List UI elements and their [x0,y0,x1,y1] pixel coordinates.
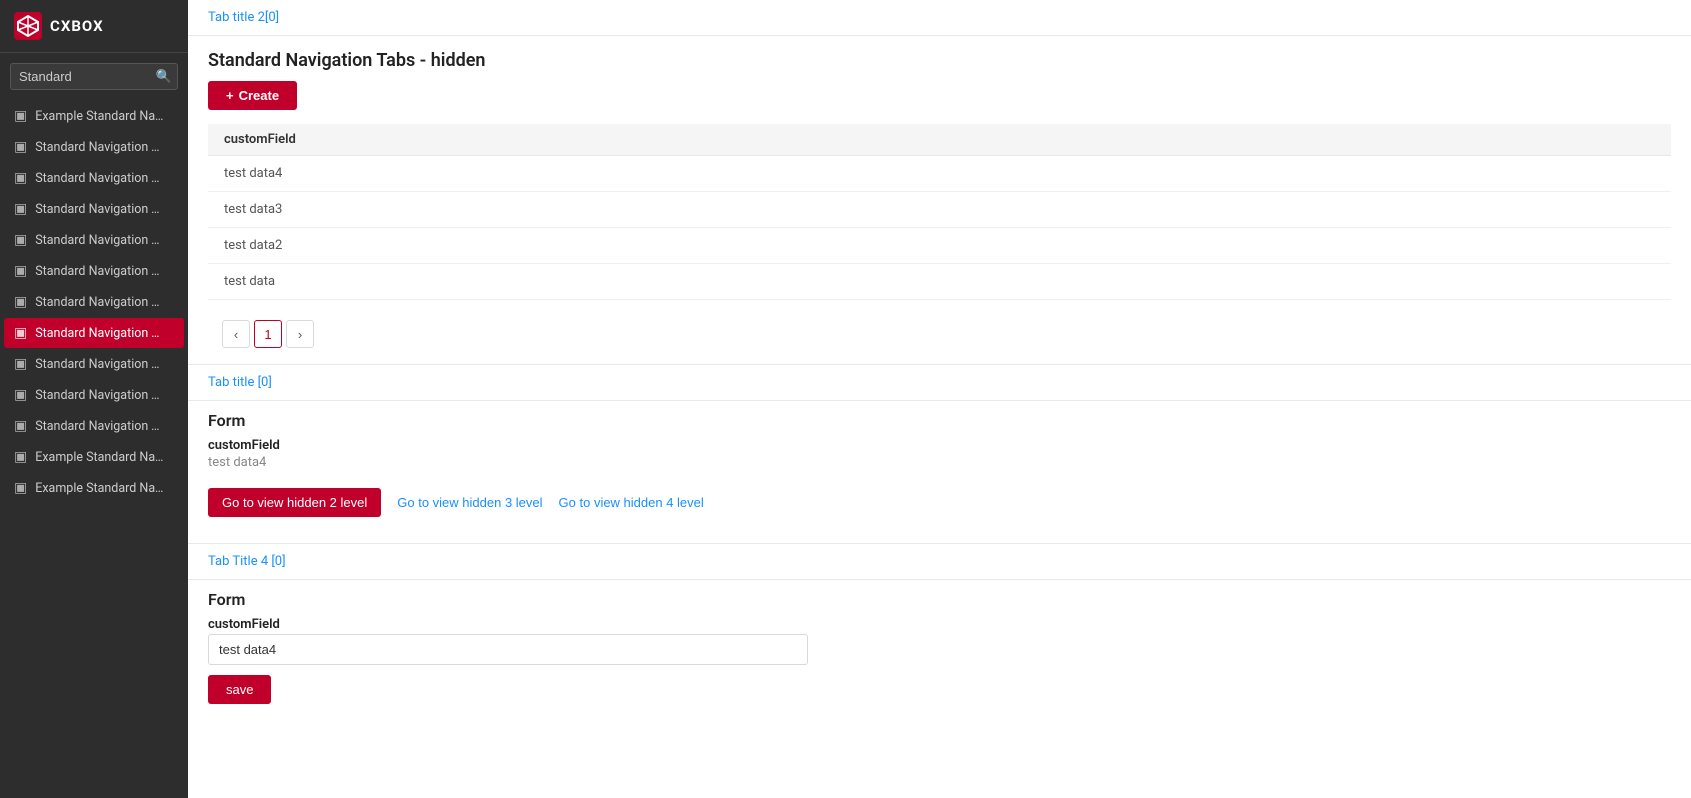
sidebar-item-8[interactable]: ▣ Standard Navigation Tabs - [4,318,184,348]
nav-item-icon-1: ▣ [14,108,27,124]
sidebar-item-label-10: Standard Navigation Tabs - [35,388,165,403]
sidebar-item-label-6: Standard Navigation Tabs - [35,264,165,279]
sidebar-item-5[interactable]: ▣ Standard Navigation Tabs - [4,225,184,255]
sidebar-item-9[interactable]: ▣ Standard Navigation Tabs - [4,349,184,379]
table-cell-customField: test data2 [208,228,1671,264]
create-button[interactable]: + Create [208,81,297,110]
table-cell-customField: test data [208,264,1671,300]
sidebar-item-label-2: Standard Navigation Tabs - [35,140,165,155]
column-header-customField: customField [208,124,1671,156]
sidebar-search-container: 🔍 [0,53,188,100]
sidebar-item-label-13: Example Standard Navigati [35,481,165,496]
create-icon: + [226,88,234,103]
table-cell-customField: test data4 [208,156,1671,192]
sidebar: CXBOX 🔍 ▣ Example Standard Navigati ▣ St… [0,0,188,798]
sidebar-item-6[interactable]: ▣ Standard Navigation Tabs - [4,256,184,286]
sidebar-item-13[interactable]: ▣ Example Standard Navigati [4,473,184,503]
main-content: Tab title 2[0] Standard Navigation Tabs … [188,0,1691,798]
sidebar-item-label-5: Standard Navigation Tabs - [35,233,165,248]
pagination-page-1[interactable]: 1 [254,320,282,348]
create-label: Create [239,88,279,103]
sidebar-item-label-3: Standard Navigation Tabs - [35,171,165,186]
nav-item-icon-5: ▣ [14,232,27,248]
form-title-1: Form [208,401,1671,438]
sidebar-item-3[interactable]: ▣ Standard Navigation Tabs - [4,163,184,193]
nav-item-icon-11: ▣ [14,418,27,434]
sidebar-nav: ▣ Example Standard Navigati ▣ Standard N… [0,100,188,798]
sidebar-item-label-12: Example Standard Navigati [35,450,165,465]
tab2-header: Tab title 2[0] [188,0,1691,36]
sidebar-item-label-9: Standard Navigation Tabs - [35,357,165,372]
save-button[interactable]: save [208,675,271,704]
table-row: test data3 [208,192,1671,228]
data-table: customField test data4test data3test dat… [208,124,1671,300]
form-input-customField[interactable] [208,634,808,665]
search-input[interactable] [10,63,178,90]
sidebar-item-label-7: Standard Navigation Tabs - [35,295,165,310]
sidebar-item-2[interactable]: ▣ Standard Navigation Tabs - [4,132,184,162]
sidebar-item-1[interactable]: ▣ Example Standard Navigati [4,101,184,131]
table-cell-customField: test data3 [208,192,1671,228]
table-row: test data2 [208,228,1671,264]
table-row: test data4 [208,156,1671,192]
nav-item-icon-13: ▣ [14,480,27,496]
tab4-title[interactable]: Tab Title 4 [0] [208,544,300,579]
form-title-2: Form [208,580,1671,617]
tab1-title[interactable]: Tab title [0] [208,365,286,400]
sidebar-item-11[interactable]: ▣ Standard Navigation Tabs e [4,411,184,441]
form-field-label-1: customField [208,438,1671,453]
nav-item-icon-7: ▣ [14,294,27,310]
table-row: test data [208,264,1671,300]
sidebar-logo: CXBOX [0,0,188,53]
go-hidden-4-button[interactable]: Go to view hidden 4 level [559,495,704,510]
form-section-2: Form customField save [188,580,1691,714]
pagination-next[interactable]: › [286,320,314,348]
cxbox-logo-icon [14,12,42,40]
nav-item-icon-6: ▣ [14,263,27,279]
search-icon: 🔍 [156,69,172,84]
go-hidden-2-button[interactable]: Go to view hidden 2 level [208,488,381,517]
sidebar-item-12[interactable]: ▣ Example Standard Navigati [4,442,184,472]
logo-text: CXBOX [50,17,104,35]
nav-item-icon-3: ▣ [14,170,27,186]
list-section: Standard Navigation Tabs - hidden + Crea… [188,36,1691,364]
pagination: ‹ 1 › [208,310,1671,364]
pagination-prev[interactable]: ‹ [222,320,250,348]
sidebar-item-10[interactable]: ▣ Standard Navigation Tabs - [4,380,184,410]
form-section-1: Form customField test data4 Go to view h… [188,401,1691,543]
tab2-title[interactable]: Tab title 2[0] [208,0,293,35]
go-hidden-3-button[interactable]: Go to view hidden 3 level [397,495,542,510]
sidebar-item-label-4: Standard Navigation Tabs - [35,202,165,217]
nav-item-icon-2: ▣ [14,139,27,155]
sidebar-item-4[interactable]: ▣ Standard Navigation Tabs - [4,194,184,224]
nav-item-icon-9: ▣ [14,356,27,372]
nav-item-icon-4: ▣ [14,201,27,217]
page-title: Standard Navigation Tabs - hidden [208,36,1671,81]
action-buttons-row: Go to view hidden 2 level Go to view hid… [208,480,1671,533]
sidebar-item-label-8: Standard Navigation Tabs - [35,326,165,341]
sidebar-item-label-1: Example Standard Navigati [35,109,165,124]
form-field-value-1: test data4 [208,455,1671,470]
form-field-label-2: customField [208,617,1671,632]
tab4-header: Tab Title 4 [0] [188,544,1691,580]
nav-item-icon-12: ▣ [14,449,27,465]
tab1-header: Tab title [0] [188,365,1691,401]
nav-item-icon-10: ▣ [14,387,27,403]
nav-item-icon-8: ▣ [14,325,27,341]
sidebar-item-label-11: Standard Navigation Tabs e [35,419,165,434]
sidebar-item-7[interactable]: ▣ Standard Navigation Tabs - [4,287,184,317]
